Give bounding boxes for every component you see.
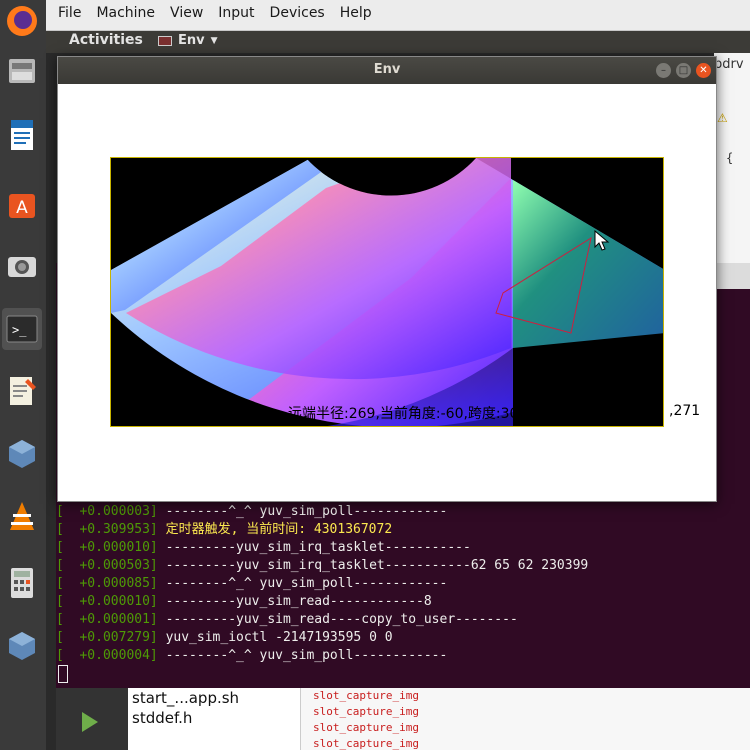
menu-file[interactable]: File <box>58 5 81 21</box>
warning-icon: ⚠ <box>717 111 728 125</box>
app-icon <box>158 35 172 46</box>
file-item[interactable]: stddef.h <box>132 708 239 728</box>
editor-tab[interactable]: bdrv <box>714 57 744 72</box>
window-title: Env <box>373 62 401 77</box>
output-line: slot_capture_img <box>313 705 419 718</box>
terminal-output: [ +0.000003] --------^_^ yuv_sim_poll---… <box>56 503 750 665</box>
terminal-line: [ +0.000010] ---------yuv_sim_read------… <box>56 593 750 611</box>
caret-down-icon: ▼ <box>210 35 218 46</box>
play-icon[interactable] <box>82 712 98 732</box>
timestamp: [ +0.000503] <box>56 558 158 573</box>
timestamp: [ +0.000003] <box>56 504 158 519</box>
app-menu[interactable]: Env ▼ <box>158 33 218 48</box>
menu-input[interactable]: Input <box>218 5 254 21</box>
maximize-icon[interactable]: □ <box>676 63 691 78</box>
camera-icon[interactable] <box>2 245 42 287</box>
text-editor-icon[interactable] <box>2 370 42 412</box>
terminal-line: [ +0.000001] ---------yuv_sim_read----co… <box>56 611 750 629</box>
radar-view[interactable] <box>110 157 664 427</box>
calculator-icon[interactable] <box>2 562 42 604</box>
status-readout-tail: ,271 <box>669 403 701 419</box>
writer-icon[interactable] <box>2 114 42 156</box>
application-output: slot_capture_img slot_capture_img slot_c… <box>300 688 750 750</box>
log-message: ---------yuv_sim_irq_tasklet----------- <box>157 540 471 555</box>
file-item[interactable]: start_...app.sh <box>132 688 239 708</box>
close-icon[interactable]: ✕ <box>696 63 711 78</box>
timestamp: [ +0.000010] <box>56 594 158 609</box>
mouse-pointer-icon <box>594 230 610 251</box>
terminal-line: [ +0.000503] ---------yuv_sim_irq_taskle… <box>56 557 750 575</box>
timestamp: [ +0.000001] <box>56 612 158 627</box>
env-window: Env – □ ✕ 远端半径:269,当前角度:-60,跨度:30,视图 ,27… <box>57 56 717 502</box>
log-message: ---------yuv_sim_read----copy_to_user---… <box>157 612 518 627</box>
log-message: yuv_sim_ioctl -2147193595 0 0 <box>157 630 393 645</box>
virtualbox-icon[interactable] <box>2 433 42 475</box>
status-readout: 远端半径:269,当前角度:-60,跨度:30,视图 <box>288 406 551 422</box>
app-menu-label: Env <box>178 33 205 48</box>
editor-code: { <box>726 151 734 165</box>
terminal-line: [ +0.007279] yuv_sim_ioctl -2147193595 0… <box>56 629 750 647</box>
log-message: ---------yuv_sim_read------------8 <box>157 594 432 609</box>
firefox-icon[interactable] <box>2 0 42 42</box>
guest-top-panel: Activities Env ▼ <box>46 31 750 53</box>
sector-image <box>111 158 663 426</box>
menu-help[interactable]: Help <box>340 5 372 21</box>
terminal-line: [ +0.000004] --------^_^ yuv_sim_poll---… <box>56 647 750 665</box>
terminal-line: [ +0.309953] 定时器触发, 当前时间: 4301367072 <box>56 521 750 539</box>
file-pane: start_...app.sh stddef.h <box>56 688 300 750</box>
launcher-dock: A >_ <box>0 0 46 750</box>
timestamp: [ +0.000004] <box>56 648 158 663</box>
env-titlebar[interactable]: Env – □ ✕ <box>58 57 716 84</box>
terminal-line: [ +0.000085] --------^_^ yuv_sim_poll---… <box>56 575 750 593</box>
menu-machine[interactable]: Machine <box>96 5 155 21</box>
svg-text:>_: >_ <box>12 323 27 337</box>
output-line: slot_capture_img <box>313 721 419 734</box>
log-message: --------^_^ yuv_sim_poll------------ <box>157 504 448 519</box>
background-editor: bdrv ⚠ { <box>714 53 750 263</box>
output-lines: slot_capture_img slot_capture_img slot_c… <box>313 688 419 750</box>
timestamp: [ +0.309953] <box>56 522 158 537</box>
menu-view[interactable]: View <box>170 5 203 21</box>
log-message: --------^_^ yuv_sim_poll------------ <box>157 648 448 663</box>
file-list: start_...app.sh stddef.h <box>132 688 239 728</box>
terminal-icon[interactable]: >_ <box>2 308 42 350</box>
terminal-cursor <box>58 665 68 683</box>
files-icon[interactable] <box>2 50 42 92</box>
log-message: --------^_^ yuv_sim_poll------------ <box>157 576 448 591</box>
timestamp: [ +0.000085] <box>56 576 158 591</box>
host-menubar: File Machine View Input Devices Help <box>0 0 750 31</box>
vlc-icon[interactable] <box>2 496 42 538</box>
timestamp: [ +0.007279] <box>56 630 158 645</box>
virtualbox-icon-2[interactable] <box>2 625 42 667</box>
output-line: slot_capture_img <box>313 737 419 750</box>
terminal-tabbar <box>716 263 750 289</box>
activities-button[interactable]: Activities <box>69 32 143 48</box>
output-line: slot_capture_img <box>313 689 419 702</box>
terminal-line: [ +0.000003] --------^_^ yuv_sim_poll---… <box>56 503 750 521</box>
run-panel <box>56 688 128 750</box>
menu-devices[interactable]: Devices <box>270 5 325 21</box>
terminal-line: [ +0.000010] ---------yuv_sim_irq_taskle… <box>56 539 750 557</box>
log-message: 定时器触发, 当前时间: 4301367072 <box>157 522 393 537</box>
log-message: ---------yuv_sim_irq_tasklet-----------6… <box>157 558 589 573</box>
svg-text:A: A <box>16 198 28 218</box>
minimize-icon[interactable]: – <box>656 63 671 78</box>
timestamp: [ +0.000010] <box>56 540 158 555</box>
host-menu: File Machine View Input Devices Help <box>58 5 387 21</box>
software-center-icon[interactable]: A <box>2 183 42 225</box>
